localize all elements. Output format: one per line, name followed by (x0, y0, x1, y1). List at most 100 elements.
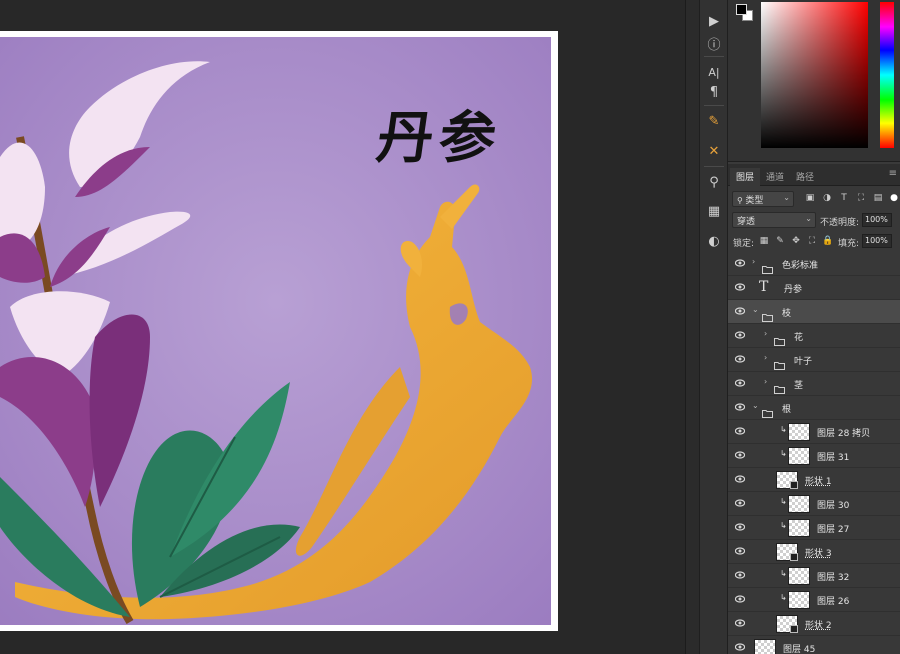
visibility-eye-icon[interactable] (735, 427, 745, 435)
visibility-eye-icon[interactable] (735, 379, 745, 387)
visibility-eye-icon[interactable] (735, 571, 745, 579)
character-icon[interactable]: A| (703, 61, 725, 83)
layer-name[interactable]: 茎 (794, 378, 803, 391)
visibility-eye-icon[interactable] (735, 643, 745, 651)
layer-row[interactable]: 形状 3 (728, 540, 900, 564)
layer-thumbnail[interactable] (788, 591, 810, 609)
layer-row[interactable]: ↳ 图层 26 (728, 588, 900, 612)
chevron-down-icon[interactable]: ⌄ (752, 401, 759, 410)
chevron-down-icon[interactable]: ⌄ (752, 305, 759, 314)
layer-filter-dropdown[interactable]: ⚲ 类型 ⌄ (732, 191, 794, 207)
visibility-eye-icon[interactable] (735, 523, 745, 531)
layer-name[interactable]: 色彩标准 (782, 258, 818, 271)
canvas-area[interactable]: 丹参 (0, 0, 685, 654)
layer-thumbnail[interactable] (754, 639, 776, 654)
blend-mode-dropdown[interactable]: 穿透 ⌄ (732, 212, 816, 228)
layer-name[interactable]: 图层 45 (783, 642, 815, 654)
lock-pixels-icon[interactable]: ✎ (774, 236, 786, 248)
brush-settings-icon[interactable]: ✎ (703, 110, 725, 132)
tab-channels[interactable]: 通道 (760, 168, 790, 186)
info-icon[interactable]: ⓘ (703, 32, 725, 54)
visibility-eye-icon[interactable] (735, 547, 745, 555)
layer-row[interactable]: ⌄ 根 (728, 396, 900, 420)
filter-toggle-icon[interactable]: ● (888, 193, 900, 205)
visibility-eye-icon[interactable] (735, 283, 745, 291)
layer-row[interactable]: ↳ 图层 30 (728, 492, 900, 516)
layer-row[interactable]: ↳ 图层 32 (728, 564, 900, 588)
layer-row[interactable]: T 丹参 (728, 276, 900, 300)
visibility-eye-icon[interactable] (735, 499, 745, 507)
layer-name[interactable]: 根 (782, 402, 791, 415)
layer-thumbnail[interactable] (788, 447, 810, 465)
layer-name[interactable]: 叶子 (794, 354, 812, 367)
layer-name[interactable]: 形状 3 (805, 546, 832, 559)
foreground-color-swatch[interactable] (736, 4, 747, 15)
lock-artboard-icon[interactable]: ⛶ (806, 236, 818, 248)
lock-position-icon[interactable]: ✥ (790, 236, 802, 248)
clone-source-icon[interactable]: ⚲ (703, 171, 725, 193)
opacity-input[interactable]: 100% (862, 213, 892, 227)
layers-panel: 图层 通道 路径 ≡ ⚲ 类型 ⌄ ▣ ◑ T ⛶ ▤ ● 穿透 ⌄ 不透明度:… (728, 164, 900, 654)
fill-input[interactable]: 100% (862, 234, 892, 248)
layer-thumbnail[interactable] (788, 519, 810, 537)
layer-thumbnail[interactable] (788, 567, 810, 585)
visibility-eye-icon[interactable] (735, 355, 745, 363)
pixel-filter-icon[interactable]: ▣ (804, 193, 816, 205)
lock-all-icon[interactable]: 🔒 (822, 236, 834, 248)
adjustments-icon[interactable]: ◐ (703, 230, 725, 252)
visibility-eye-icon[interactable] (735, 403, 745, 411)
document-canvas[interactable]: 丹参 (0, 31, 558, 631)
layer-row[interactable]: 形状 1 (728, 468, 900, 492)
layer-name[interactable]: 图层 30 (817, 498, 849, 511)
layer-name[interactable]: 形状 2 (805, 618, 832, 631)
visibility-eye-icon[interactable] (735, 331, 745, 339)
visibility-eye-icon[interactable] (735, 595, 745, 603)
layer-row[interactable]: 形状 2 (728, 612, 900, 636)
chevron-right-icon[interactable]: › (764, 329, 767, 338)
layer-row[interactable]: ↳ 图层 31 (728, 444, 900, 468)
layer-row[interactable]: › 色彩标准 (728, 252, 900, 276)
libraries-icon[interactable]: ▦ (703, 200, 725, 222)
play-icon[interactable]: ▶ (703, 10, 725, 32)
shape-filter-icon[interactable]: ⛶ (855, 193, 867, 205)
lock-row: 锁定: ▦ ✎ ✥ ⛶ 🔒 填充: 100% (728, 233, 900, 253)
paragraph-icon[interactable]: ¶ (703, 81, 725, 103)
layer-row[interactable]: ⌄ 枝 (728, 300, 900, 324)
hue-slider[interactable] (880, 2, 894, 148)
visibility-eye-icon[interactable] (735, 259, 745, 267)
smart-object-filter-icon[interactable]: ▤ (872, 193, 884, 205)
chevron-right-icon[interactable]: › (764, 353, 767, 362)
layer-row[interactable]: › 茎 (728, 372, 900, 396)
layer-row[interactable]: › 花 (728, 324, 900, 348)
visibility-eye-icon[interactable] (735, 475, 745, 483)
layer-row[interactable]: ↳ 图层 27 (728, 516, 900, 540)
layer-name[interactable]: 图层 26 (817, 594, 849, 607)
layer-name[interactable]: 形状 1 (805, 474, 832, 487)
adjustment-filter-icon[interactable]: ◑ (821, 193, 833, 205)
layer-name[interactable]: 丹参 (784, 282, 802, 295)
chevron-right-icon[interactable]: › (764, 377, 767, 386)
panel-menu-icon[interactable]: ≡ (889, 168, 897, 179)
layer-name[interactable]: 枝 (782, 306, 791, 319)
layer-thumbnail[interactable] (788, 423, 810, 441)
tab-paths[interactable]: 路径 (790, 168, 820, 186)
lock-transparency-icon[interactable]: ▦ (758, 236, 770, 248)
chevron-right-icon[interactable]: › (752, 257, 755, 266)
layer-name[interactable]: 图层 27 (817, 522, 849, 535)
text-filter-icon[interactable]: T (838, 193, 850, 205)
visibility-eye-icon[interactable] (735, 307, 745, 315)
layer-name[interactable]: 图层 28 拷贝 (817, 426, 870, 439)
tool-presets-icon[interactable]: ✕ (703, 140, 725, 162)
visibility-eye-icon[interactable] (735, 451, 745, 459)
layer-name[interactable]: 花 (794, 330, 803, 343)
layer-thumbnail[interactable] (788, 495, 810, 513)
color-picker-field[interactable] (761, 2, 868, 148)
layer-row[interactable]: ↳ 图层 28 拷贝 (728, 420, 900, 444)
tab-layers[interactable]: 图层 (730, 168, 761, 186)
layer-row[interactable]: 图层 45 (728, 636, 900, 654)
layer-row[interactable]: › 叶子 (728, 348, 900, 372)
visibility-eye-icon[interactable] (735, 619, 745, 627)
layer-name[interactable]: 图层 31 (817, 450, 849, 463)
layer-name[interactable]: 图层 32 (817, 570, 849, 583)
panel-divider[interactable] (685, 0, 699, 654)
